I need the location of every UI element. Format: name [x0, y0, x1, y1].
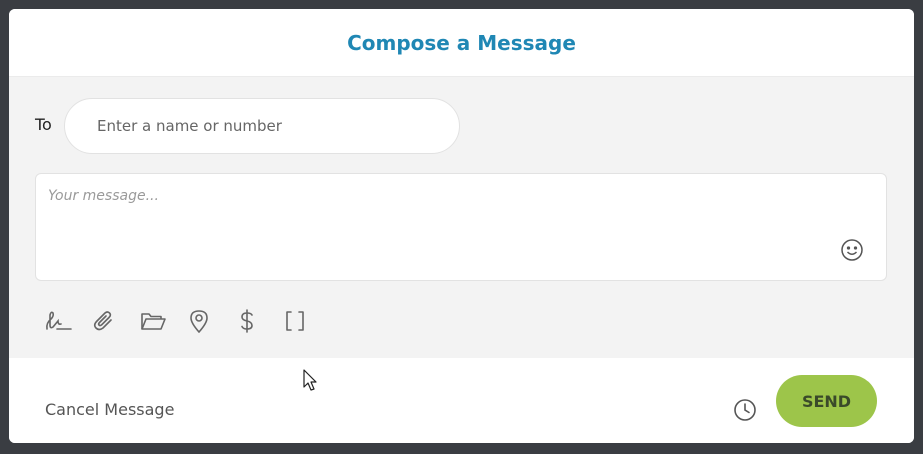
folder-icon[interactable]: [140, 307, 188, 335]
send-button[interactable]: SEND: [776, 375, 877, 427]
message-box: [35, 173, 887, 281]
emoji-icon[interactable]: [840, 238, 864, 262]
recipient-input[interactable]: [64, 98, 460, 154]
paperclip-icon[interactable]: [92, 307, 140, 335]
dialog-header: Compose a Message: [9, 9, 914, 77]
brackets-icon[interactable]: [284, 307, 332, 335]
clock-icon[interactable]: [733, 398, 757, 422]
message-textarea[interactable]: [36, 174, 826, 278]
compose-dialog: Compose a Message To Enter a name or num…: [9, 9, 914, 443]
signature-icon[interactable]: [44, 307, 92, 335]
attachment-toolbar: [44, 307, 332, 335]
mouse-cursor-icon: [303, 369, 319, 397]
location-pin-icon[interactable]: [188, 307, 236, 335]
to-label: To: [35, 115, 52, 134]
dollar-icon[interactable]: [236, 307, 284, 335]
compose-body: To: [9, 77, 914, 358]
cancel-message-link[interactable]: Cancel Message: [45, 400, 174, 419]
dialog-title: Compose a Message: [347, 30, 576, 55]
dialog-footer: Cancel Message SEND: [9, 358, 914, 443]
